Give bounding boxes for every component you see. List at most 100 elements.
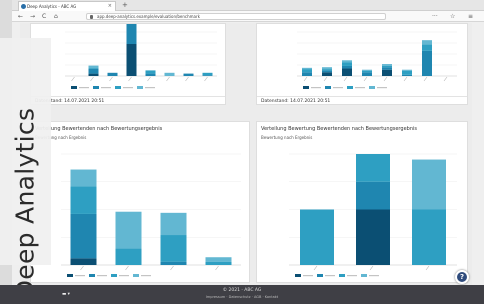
bookmark-icon[interactable]: ☆ — [450, 12, 455, 21]
legend-swatch — [369, 86, 375, 89]
x-tick-label — [369, 265, 374, 271]
bar-segment — [88, 73, 99, 76]
bar-segment — [115, 211, 142, 249]
url-text: app.deep-analytics.example/evaluation/be… — [97, 14, 200, 19]
page-actions-icon[interactable]: ··· — [432, 12, 438, 21]
bar-segment — [356, 181, 390, 210]
bar-segment — [70, 186, 97, 214]
legend-label — [79, 87, 89, 89]
bar-segment — [402, 69, 412, 71]
x-tick-label — [128, 76, 132, 82]
bar-segment — [164, 72, 175, 76]
x-tick-label — [185, 76, 189, 82]
bar-segment — [302, 67, 312, 70]
bar-segment — [300, 209, 334, 265]
menu-icon[interactable]: ≡ — [468, 12, 473, 21]
bar-segment — [70, 258, 97, 265]
bar-segment — [342, 62, 352, 66]
favicon-icon — [21, 4, 26, 9]
legend-swatch — [137, 86, 143, 89]
data-timestamp: Datenstand: 14.07.2021 20:51 — [31, 96, 225, 106]
bar-segment — [382, 64, 392, 66]
bar-segment — [356, 209, 390, 265]
home-icon[interactable]: ⌂ — [54, 12, 58, 21]
bar-segment — [145, 70, 156, 74]
bar-segment — [202, 75, 213, 76]
bar-segment — [362, 72, 372, 76]
x-tick-label — [215, 265, 219, 271]
bar-segment — [342, 65, 352, 69]
tab-title: Deep Analytics - ABC AG — [27, 4, 77, 9]
chart-card-top-right: Datenstand: 14.07.2021 20:51 — [256, 23, 468, 105]
chart-bottom-left — [61, 153, 241, 277]
bar-segment — [205, 261, 232, 265]
bar-segment — [356, 154, 390, 182]
legend-swatch — [71, 86, 77, 89]
bar-segment — [382, 69, 392, 76]
bar-segment — [160, 212, 187, 236]
x-tick-label — [80, 265, 84, 271]
footer-copyright: © 2021 · ABC AG — [222, 288, 262, 293]
bar-segment — [342, 68, 352, 76]
bar-segment — [422, 40, 432, 45]
bar-segment — [202, 72, 213, 76]
x-tick-label — [125, 265, 129, 271]
bar-segment — [362, 69, 372, 71]
legend-label — [75, 275, 85, 277]
legend-label — [119, 275, 129, 277]
forward-icon[interactable]: → — [30, 12, 35, 21]
bar-segment — [402, 70, 412, 75]
legend-label — [325, 275, 335, 277]
x-tick-label — [443, 76, 448, 82]
bar-segment — [70, 169, 97, 187]
x-tick-label — [383, 76, 388, 82]
brand-overlay: Deep Analytics — [0, 38, 51, 299]
bar-segment — [322, 70, 332, 73]
bar-segment — [412, 159, 446, 210]
bar-segment — [302, 69, 312, 73]
back-icon[interactable]: ← — [18, 12, 23, 21]
bar-segment — [88, 68, 99, 74]
x-tick-label — [109, 76, 113, 82]
x-tick-label — [166, 76, 170, 82]
legend-swatch — [133, 274, 139, 277]
chart-card-bottom-left: Verteilung Bewertenden nach Bewertungser… — [30, 121, 250, 283]
x-tick-label — [323, 76, 328, 82]
page-content: Datenstand: 14.07.2021 20:51 Datenstand:… — [20, 23, 472, 285]
bar-segment — [88, 68, 99, 69]
new-tab-button[interactable]: + — [122, 0, 128, 10]
bar-segment — [302, 72, 312, 76]
bar-segment — [107, 72, 118, 76]
bar-segment — [322, 72, 332, 76]
legend-label — [377, 87, 387, 89]
x-tick-label — [313, 265, 318, 271]
legend-swatch — [325, 86, 331, 89]
legend-label — [311, 87, 321, 89]
x-tick-label — [343, 76, 348, 82]
x-tick-label — [204, 76, 208, 82]
legend-label — [347, 275, 357, 277]
chart-top-right — [297, 31, 457, 89]
reload-icon[interactable]: C — [42, 12, 46, 21]
lock-icon — [90, 15, 93, 19]
legend-swatch — [295, 274, 301, 277]
legend-swatch — [67, 274, 73, 277]
chart-bottom-right — [289, 153, 457, 277]
footer-links[interactable]: Impressum · Datenschutz · AGB · Kontakt — [0, 295, 484, 299]
x-tick-label — [71, 76, 75, 82]
bar-segment — [412, 209, 446, 265]
data-timestamp: Datenstand: 14.07.2021 20:51 — [257, 96, 467, 106]
bar-segment — [322, 67, 332, 70]
legend-label — [97, 275, 107, 277]
bar-segment — [126, 44, 137, 76]
bar-segment — [382, 65, 392, 68]
tab-close-icon[interactable]: × — [108, 2, 112, 11]
address-bar[interactable]: app.deep-analytics.example/evaluation/be… — [86, 13, 386, 20]
legend-swatch — [361, 274, 367, 277]
x-tick-label — [147, 76, 151, 82]
help-button[interactable]: ? — [455, 270, 469, 284]
legend-label — [303, 275, 313, 277]
bar-segment — [205, 257, 232, 262]
browser-tab[interactable]: Deep Analytics - ABC AG × — [18, 1, 116, 11]
bar-segment — [160, 261, 187, 265]
